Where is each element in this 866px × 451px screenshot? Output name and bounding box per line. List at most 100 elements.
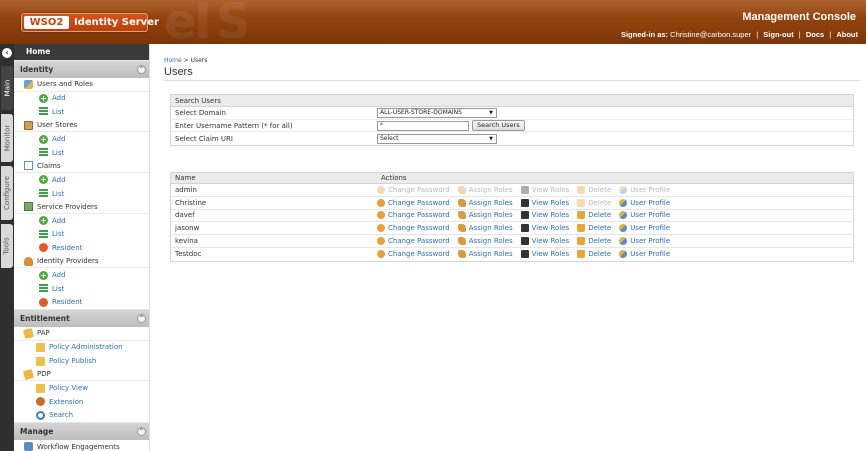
docs-link[interactable]: Docs [806,30,824,39]
sidebar-item-policy-publish[interactable]: Policy Publish [14,354,149,368]
sidebar-item-list[interactable]: List [14,187,149,201]
user-profile-link[interactable]: User Profile [619,211,670,220]
sidebar-item-service-providers[interactable]: Service Providers [14,200,149,214]
sidebar-item-claims[interactable]: Claims [14,160,149,174]
user-profile-icon [619,211,628,220]
user-name: kevina [175,237,198,246]
claim-uri-select[interactable]: Select ▼ [377,133,497,144]
view-roles-link[interactable]: View Roles [520,198,569,207]
collapse-section-icon[interactable]: ^ [137,314,146,324]
user-profile-icon [619,224,628,233]
sidebar-item-pap[interactable]: PAP [14,327,149,341]
search-users-button[interactable]: Search Users [472,120,525,132]
sidebar-item-add[interactable]: Add [14,214,149,228]
collapse-menu-icon[interactable]: ‹ [2,48,12,58]
user-profile-link[interactable]: User Profile [619,224,670,233]
trash-icon [577,198,586,207]
key-icon [377,237,385,246]
change-password-link[interactable]: Change Password [377,198,450,207]
sidebar-section-identity[interactable]: Identity ^ [14,60,149,78]
delete-link: Delete [577,198,611,207]
delete-link[interactable]: Delete [577,237,611,246]
top-header: WSO2 Identity Server e I S Management Co… [0,0,866,44]
table-row: davef Change Password Assign Roles View Rol… [171,210,853,223]
pattern-row: Enter Username Pattern (* for all) * Sea… [171,120,853,133]
assign-roles-icon [457,250,466,259]
sidebar-item-extension[interactable]: Extension [14,395,149,409]
product-logo[interactable]: WSO2 Identity Server [21,13,159,32]
sidebar-item-add[interactable]: Add [14,268,149,282]
sidebar-item-add[interactable]: Add [14,173,149,187]
sidebar-item-resident[interactable]: Resident [14,296,149,310]
view-roles-link[interactable]: View Roles [520,237,569,246]
tab-main[interactable]: Main [1,66,13,110]
change-password-link[interactable]: Change Password [377,250,450,259]
assign-roles-link[interactable]: Assign Roles [457,224,513,233]
wso2-logo-text: WSO2 [24,16,69,29]
username-pattern-input[interactable]: * [377,120,469,131]
add-icon [39,216,48,226]
sidebar-item-policy-view[interactable]: Policy View [14,381,149,395]
sidebar-item-add[interactable]: Add [14,132,149,146]
sidebar-item-policy-administration[interactable]: Policy Administration [14,341,149,355]
collapse-section-icon[interactable]: ^ [137,427,146,437]
sidebar-item-resident[interactable]: Resident [14,241,149,255]
sidebar-item-users-and-roles[interactable]: Users and Roles [14,78,149,92]
sidebar-item-identity-providers[interactable]: Identity Providers [14,255,149,269]
change-password-link[interactable]: Change Password [377,211,450,220]
user-profile-link[interactable]: User Profile [619,237,670,246]
sidebar-item-add[interactable]: Add [14,92,149,106]
sidebar-item-pdp[interactable]: PDP [14,368,149,382]
change-password-link[interactable]: Change Password [377,237,450,246]
sidebar-item-workflow-engagements[interactable]: Workflow Engagements [14,440,149,451]
console-title: Management Console [742,11,856,23]
tab-monitor[interactable]: Monitor [1,114,13,162]
breadcrumb-home[interactable]: Home [164,57,182,64]
user-name: davef [175,211,195,220]
sidebar-section-manage[interactable]: Manage ^ [14,422,149,441]
add-icon [39,134,48,144]
breadcrumb-current: Users [190,57,208,64]
sidebar-item-list[interactable]: List [14,228,149,242]
pap-icon [22,327,35,339]
assign-roles-link: Assign Roles [457,185,513,194]
user-profile-link[interactable]: User Profile [619,198,670,207]
assign-roles-link[interactable]: Assign Roles [457,237,513,246]
delete-link[interactable]: Delete [577,250,611,259]
sidebar-item-list[interactable]: List [14,282,149,296]
tab-configure[interactable]: Configure [1,166,13,220]
tab-tools[interactable]: Tools [1,224,13,268]
domain-select[interactable]: ALL-USER-STORE-DOMAINS ▼ [377,107,497,118]
sidebar-item-user-stores[interactable]: User Stores [14,119,149,133]
change-password-link[interactable]: Change Password [377,224,450,233]
breadcrumb: Home > Users [164,57,208,64]
delete-link[interactable]: Delete [577,224,611,233]
user-profile-link[interactable]: User Profile [619,250,670,259]
user-name: jasonw [175,224,200,233]
about-link[interactable]: About [836,30,858,39]
sidebar-item-list[interactable]: List [14,105,149,119]
view-roles-link[interactable]: View Roles [520,250,569,259]
assign-roles-icon [457,211,466,220]
view-roles-link[interactable]: View Roles [520,211,569,220]
trash-icon [577,250,586,259]
collapse-section-icon[interactable]: ^ [137,65,146,74]
trash-icon [577,237,586,246]
resident-icon [39,243,48,253]
sign-out-link[interactable]: Sign-out [763,30,793,39]
sidebar-home[interactable]: Home [14,44,149,60]
assign-roles-link[interactable]: Assign Roles [457,211,513,220]
row-actions: Change Password Assign Roles View Roles Del… [377,224,678,233]
service-provider-icon [24,202,33,212]
view-roles-link[interactable]: View Roles [520,224,569,233]
assign-roles-link[interactable]: Assign Roles [457,198,513,207]
sidebar-item-list[interactable]: List [14,146,149,160]
assign-roles-link[interactable]: Assign Roles [457,250,513,259]
header-links: Signed-in as: Christine@carbon.super | S… [620,30,858,39]
sidebar-item-search[interactable]: Search [14,409,149,423]
add-icon [39,93,48,103]
sidebar-section-entitlement[interactable]: Entitlement ^ [14,309,149,328]
list-icon [39,284,48,294]
delete-link[interactable]: Delete [577,211,611,220]
publish-icon [36,356,45,366]
